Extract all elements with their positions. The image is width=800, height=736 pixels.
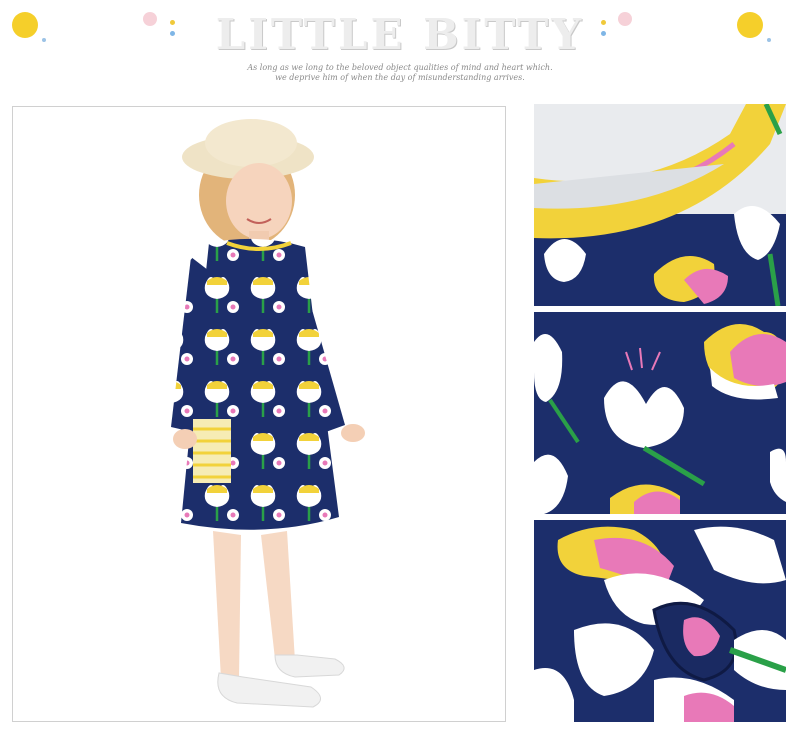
brand-title: LITTLE BITTY	[215, 10, 585, 59]
print-detail-illustration	[534, 312, 786, 514]
girl-in-dress-illustration	[13, 107, 505, 721]
tagline-line-1: As long as we long to the beloved object…	[247, 63, 553, 72]
fabric-fold-detail-photo	[534, 520, 786, 722]
fabric-fold-illustration	[534, 520, 786, 722]
main-product-photo	[12, 106, 506, 722]
tagline-line-2: we deprive him of when the day of misund…	[275, 73, 525, 82]
print-detail-photo	[534, 312, 786, 514]
collar-detail-photo	[534, 104, 786, 306]
collar-detail-illustration	[534, 104, 786, 306]
page-header: LITTLE BITTY As long as we long to the b…	[0, 0, 800, 100]
